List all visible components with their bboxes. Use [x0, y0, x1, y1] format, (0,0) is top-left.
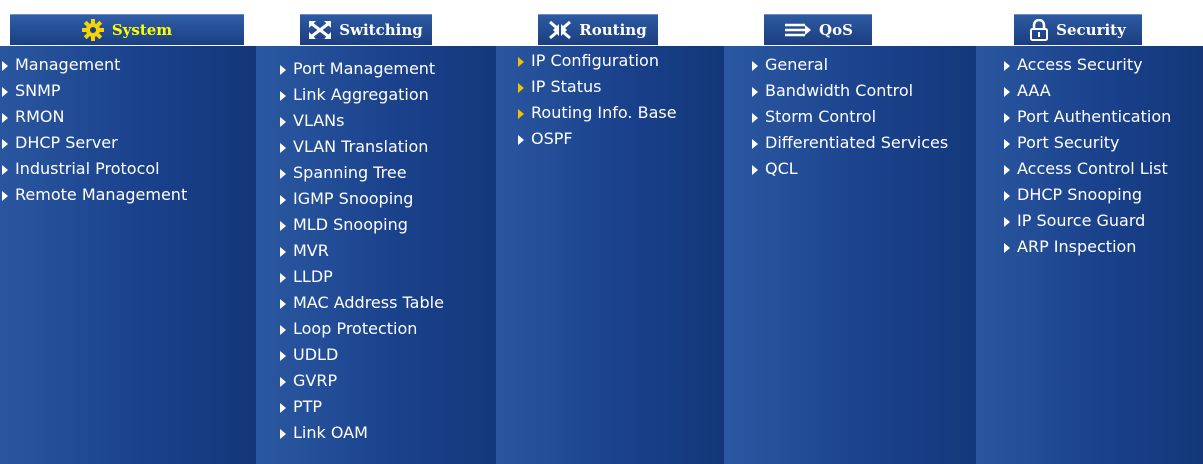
arrow-right-icon: [518, 109, 524, 119]
menu-item-loop-protection[interactable]: Loop Protection: [278, 316, 496, 342]
arrow-right-icon: [280, 403, 286, 413]
tab-system-label: System: [111, 21, 173, 39]
menu-item-management[interactable]: Management: [0, 52, 256, 78]
arrow-right-icon: [280, 377, 286, 387]
menu-item-differentiated-services[interactable]: Differentiated Services: [750, 130, 976, 156]
arrow-right-icon: [280, 299, 286, 309]
gear-icon: [81, 19, 104, 41]
menu-item-link-oam[interactable]: Link OAM: [278, 420, 496, 446]
switching-menu-column: Port Management Link Aggregation VLANs V…: [256, 46, 496, 464]
arrow-right-icon: [752, 165, 758, 175]
arrow-right-icon: [518, 83, 524, 93]
tab-routing[interactable]: Routing: [538, 14, 658, 45]
arrow-right-icon: [280, 65, 286, 75]
menu-item-ip-configuration[interactable]: IP Configuration: [516, 48, 724, 74]
arrow-right-icon: [752, 139, 758, 149]
menu-item-gvrp[interactable]: GVRP: [278, 368, 496, 394]
tab-qos[interactable]: QoS: [764, 14, 872, 45]
menu-item-routing-info-base[interactable]: Routing Info. Base: [516, 100, 724, 126]
arrow-right-icon: [280, 169, 286, 179]
arrow-right-icon: [2, 113, 8, 123]
menu-item-remote-management[interactable]: Remote Management: [0, 182, 256, 208]
arrow-right-icon: [280, 221, 286, 231]
routing-menu-column: IP Configuration IP Status Routing Info.…: [496, 46, 724, 464]
menu-item-port-management[interactable]: Port Management: [278, 56, 496, 82]
arrow-right-icon: [280, 325, 286, 335]
menu-item-ptp[interactable]: PTP: [278, 394, 496, 420]
menu-item-dhcp-snooping[interactable]: DHCP Snooping: [1002, 182, 1203, 208]
tab-routing-label: Routing: [579, 21, 647, 39]
menu-item-snmp[interactable]: SNMP: [0, 78, 256, 104]
menu-item-rmon[interactable]: RMON: [0, 104, 256, 130]
menu-item-arp-inspection[interactable]: ARP Inspection: [1002, 234, 1203, 260]
menu-item-port-authentication[interactable]: Port Authentication: [1002, 104, 1203, 130]
menu-item-storm-control[interactable]: Storm Control: [750, 104, 976, 130]
arrow-right-icon: [1004, 87, 1010, 97]
arrow-right-icon: [280, 117, 286, 127]
arrow-right-icon: [2, 165, 8, 175]
menu-item-vlans[interactable]: VLANs: [278, 108, 496, 134]
menu-item-aaa[interactable]: AAA: [1002, 78, 1203, 104]
menu-tab-bar: System Switching Routing QoS Security: [0, 0, 1203, 46]
arrow-right-icon: [2, 87, 8, 97]
menu-item-ospf[interactable]: OSPF: [516, 126, 724, 152]
menu-item-access-security[interactable]: Access Security: [1002, 52, 1203, 78]
tab-qos-label: QoS: [819, 21, 853, 39]
tab-security-label: Security: [1056, 21, 1126, 39]
arrow-right-icon: [1004, 217, 1010, 227]
tab-switching-label: Switching: [339, 21, 423, 39]
tab-system[interactable]: System: [10, 14, 244, 45]
menu-item-link-aggregation[interactable]: Link Aggregation: [278, 82, 496, 108]
arrow-right-icon: [280, 273, 286, 283]
arrow-right-icon: [2, 191, 8, 201]
main-menu: System Switching Routing QoS Security Ma…: [0, 0, 1203, 464]
arrow-right-icon: [280, 351, 286, 361]
converging-arrows-icon: [549, 21, 572, 39]
arrow-right-icon: [280, 143, 286, 153]
menu-item-lldp[interactable]: LLDP: [278, 264, 496, 290]
arrow-right-icon: [2, 61, 8, 71]
menu-item-port-security[interactable]: Port Security: [1002, 130, 1203, 156]
arrow-right-icon: [1004, 61, 1010, 71]
menu-item-bandwidth-control[interactable]: Bandwidth Control: [750, 78, 976, 104]
arrow-right-icon: [280, 195, 286, 205]
menu-item-dhcp-server[interactable]: DHCP Server: [0, 130, 256, 156]
arrow-right-icon: [1004, 191, 1010, 201]
system-menu-column: Management SNMP RMON DHCP Server Industr…: [0, 46, 256, 464]
qos-menu-column: General Bandwidth Control Storm Control …: [724, 46, 976, 464]
arrow-right-icon: [752, 87, 758, 97]
arrow-right-icon: [1004, 165, 1010, 175]
arrow-right-icon: [752, 113, 758, 123]
tab-security[interactable]: Security: [1014, 14, 1142, 45]
arrow-right-icon: [280, 91, 286, 101]
arrow-right-icon: [2, 139, 8, 149]
arrow-right-icon: [518, 135, 524, 145]
menu-item-qcl[interactable]: QCL: [750, 156, 976, 182]
menu-item-industrial-protocol[interactable]: Industrial Protocol: [0, 156, 256, 182]
tab-switching[interactable]: Switching: [300, 14, 432, 45]
arrow-right-icon: [752, 61, 758, 71]
menu-item-vlan-translation[interactable]: VLAN Translation: [278, 134, 496, 160]
arrow-right-icon: [280, 429, 286, 439]
menu-item-mac-address-table[interactable]: MAC Address Table: [278, 290, 496, 316]
arrow-right-icon: [1004, 139, 1010, 149]
menu-item-udld[interactable]: UDLD: [278, 342, 496, 368]
menu-item-spanning-tree[interactable]: Spanning Tree: [278, 160, 496, 186]
menu-item-mld-snooping[interactable]: MLD Snooping: [278, 212, 496, 238]
arrow-right-icon: [1004, 113, 1010, 123]
menu-item-general[interactable]: General: [750, 52, 976, 78]
crossed-arrows-icon: [309, 21, 332, 39]
menu-item-ip-source-guard[interactable]: IP Source Guard: [1002, 208, 1203, 234]
arrow-right-icon: [1004, 243, 1010, 253]
padlock-icon: [1030, 19, 1049, 41]
arrow-right-icon: [518, 57, 524, 67]
menu-item-mvr[interactable]: MVR: [278, 238, 496, 264]
arrow-right-icon: [280, 247, 286, 257]
menu-item-ip-status[interactable]: IP Status: [516, 74, 724, 100]
menu-item-access-control-list[interactable]: Access Control List: [1002, 156, 1203, 182]
menu-item-igmp-snooping[interactable]: IGMP Snooping: [278, 186, 496, 212]
security-menu-column: Access Security AAA Port Authentication …: [976, 46, 1203, 464]
lanes-arrow-icon: [783, 22, 812, 38]
